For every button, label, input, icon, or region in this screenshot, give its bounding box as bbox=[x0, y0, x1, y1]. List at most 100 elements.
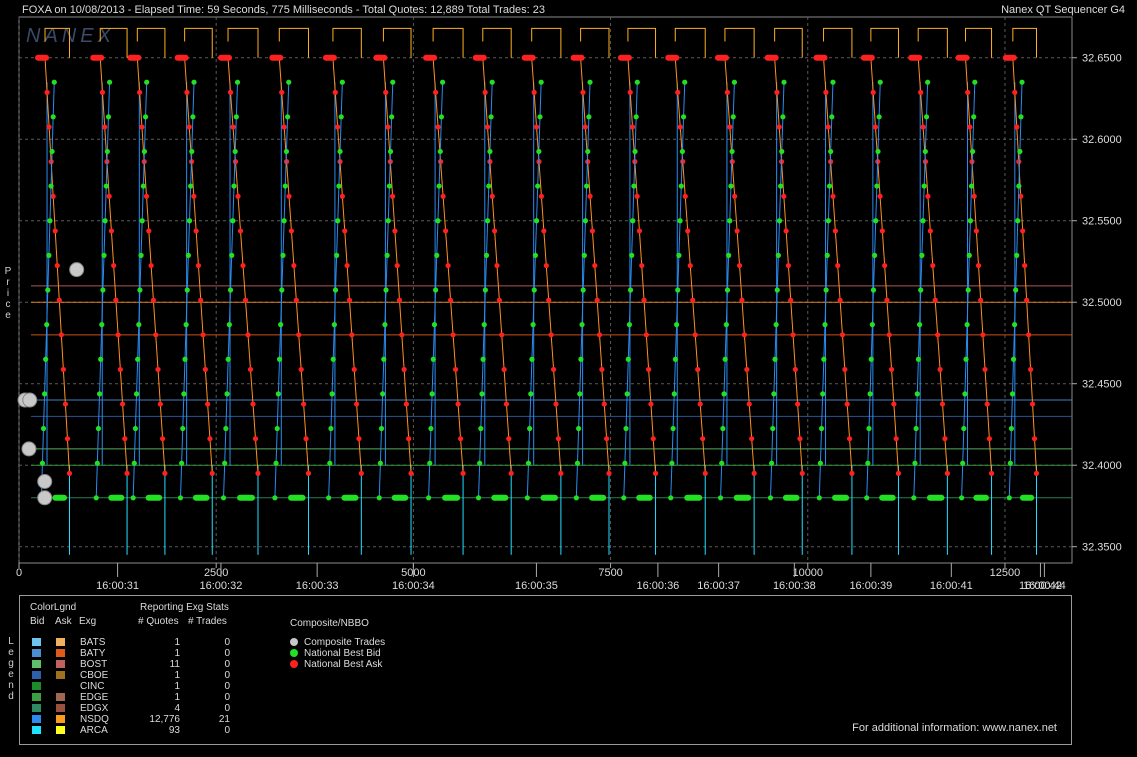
national-best-ask-point bbox=[279, 89, 285, 95]
national-best-bid-point bbox=[225, 356, 231, 362]
national-best-ask-point bbox=[842, 366, 848, 373]
national-best-ask-point bbox=[457, 436, 464, 442]
exchange-row: ARCA 93 0 bbox=[30, 725, 290, 736]
national-best-bid-point bbox=[489, 79, 495, 85]
legend-dot-icon bbox=[290, 638, 298, 646]
exchange-row: EDGE 1 0 bbox=[30, 692, 290, 703]
national-best-ask-point bbox=[849, 470, 855, 476]
national-best-bid-point bbox=[920, 218, 926, 224]
national-best-ask-bar bbox=[860, 54, 875, 61]
x-tick-label: 2500 bbox=[204, 567, 228, 579]
national-best-ask-point bbox=[973, 228, 979, 234]
national-best-bid-point bbox=[431, 322, 438, 328]
national-best-ask-point bbox=[675, 89, 681, 95]
national-best-bid-point bbox=[778, 183, 784, 189]
national-best-bid-point bbox=[530, 322, 536, 328]
national-best-ask-point bbox=[58, 332, 64, 338]
national-best-ask-point bbox=[650, 436, 656, 442]
national-best-ask-point bbox=[153, 332, 159, 338]
national-best-bid-point bbox=[533, 218, 540, 224]
national-best-ask-point bbox=[124, 470, 130, 476]
national-best-ask-point bbox=[967, 124, 973, 130]
national-best-bid-point bbox=[376, 495, 382, 501]
national-best-bid-point bbox=[480, 356, 486, 362]
national-best-ask-point bbox=[783, 228, 789, 234]
national-best-ask-bar bbox=[218, 54, 233, 61]
national-best-ask-point bbox=[99, 89, 106, 95]
national-best-ask-point bbox=[543, 262, 549, 269]
national-best-ask-point bbox=[440, 193, 446, 199]
national-best-bid-point bbox=[487, 148, 493, 155]
national-best-ask-point bbox=[792, 366, 798, 373]
national-best-ask-point bbox=[682, 193, 688, 199]
national-best-bid-point bbox=[482, 287, 488, 293]
national-best-bid-point bbox=[227, 287, 234, 293]
legend-dot-icon bbox=[290, 649, 298, 657]
national-best-bid-point bbox=[823, 287, 829, 293]
national-best-ask-point bbox=[44, 89, 50, 95]
national-best-bid-bar bbox=[192, 494, 210, 501]
national-best-bid-point bbox=[537, 114, 543, 120]
national-best-bid-bar bbox=[491, 494, 509, 501]
more-info-link[interactable]: For additional information: www.nanex.ne… bbox=[852, 722, 1057, 734]
y-tick-label: 32.4500 bbox=[1082, 379, 1122, 391]
national-best-bid-point bbox=[770, 425, 776, 432]
national-best-ask-point bbox=[298, 366, 304, 373]
national-best-bid-point bbox=[230, 218, 236, 224]
national-best-ask-point bbox=[546, 297, 552, 303]
national-best-bid-point bbox=[822, 322, 828, 328]
national-best-ask-point bbox=[835, 262, 841, 269]
national-best-ask-point bbox=[1027, 366, 1034, 373]
national-best-bid-bar bbox=[145, 494, 163, 501]
national-best-bid-point bbox=[830, 79, 836, 85]
national-best-bid-point bbox=[914, 391, 920, 397]
national-best-bid-bar bbox=[684, 494, 703, 501]
national-best-ask-point bbox=[445, 262, 451, 269]
national-best-ask-point bbox=[799, 470, 805, 476]
national-best-ask-point bbox=[137, 89, 143, 95]
national-best-ask-point bbox=[1020, 228, 1026, 234]
national-best-bid-point bbox=[582, 218, 589, 224]
national-best-ask-point bbox=[781, 193, 787, 199]
national-best-bid-point bbox=[960, 460, 966, 466]
composite-trade-point bbox=[22, 392, 38, 408]
national-best-ask-point bbox=[920, 124, 926, 130]
national-best-bid-point bbox=[137, 287, 143, 293]
national-best-bid-point bbox=[829, 114, 835, 120]
national-best-ask-point bbox=[447, 297, 454, 303]
composite-trade-point bbox=[69, 262, 85, 278]
national-best-ask-point bbox=[390, 193, 396, 199]
national-best-bid-bar bbox=[391, 494, 409, 501]
national-best-ask-point bbox=[157, 401, 163, 407]
national-best-bid-point bbox=[966, 252, 972, 258]
national-best-ask-point bbox=[932, 297, 938, 303]
national-best-bid-point bbox=[925, 79, 931, 85]
national-best-ask-point bbox=[980, 332, 986, 338]
exchange-name: ARCA bbox=[80, 725, 108, 736]
national-best-ask-point bbox=[232, 159, 239, 165]
national-best-bid-point bbox=[222, 460, 228, 466]
national-best-bid-point bbox=[336, 183, 342, 189]
national-best-bid-bar bbox=[52, 494, 68, 501]
national-best-ask-point bbox=[392, 228, 398, 234]
national-best-ask-bar bbox=[35, 54, 50, 61]
national-best-ask-point bbox=[697, 401, 703, 407]
national-best-ask-point bbox=[484, 124, 491, 130]
national-best-bid-point bbox=[136, 322, 142, 328]
bid-color-swatch bbox=[32, 726, 41, 734]
exchange-row: CINC 1 0 bbox=[30, 681, 290, 692]
national-best-bid-point bbox=[385, 218, 391, 224]
national-best-bid-point bbox=[1013, 287, 1019, 293]
national-best-bid-point bbox=[130, 495, 136, 501]
national-best-bid-point bbox=[724, 287, 731, 293]
national-best-bid-point bbox=[869, 322, 875, 328]
national-best-bid-point bbox=[574, 460, 581, 466]
reporting-stats-title: Reporting Exg Stats bbox=[140, 602, 229, 613]
national-best-ask-point bbox=[937, 366, 943, 373]
national-best-ask-point bbox=[986, 436, 992, 442]
national-best-bid-point bbox=[825, 218, 831, 224]
national-best-ask-point bbox=[52, 228, 58, 234]
national-best-ask-point bbox=[879, 228, 885, 234]
national-best-bid-bar bbox=[973, 494, 989, 501]
national-best-ask-bar bbox=[908, 54, 923, 61]
